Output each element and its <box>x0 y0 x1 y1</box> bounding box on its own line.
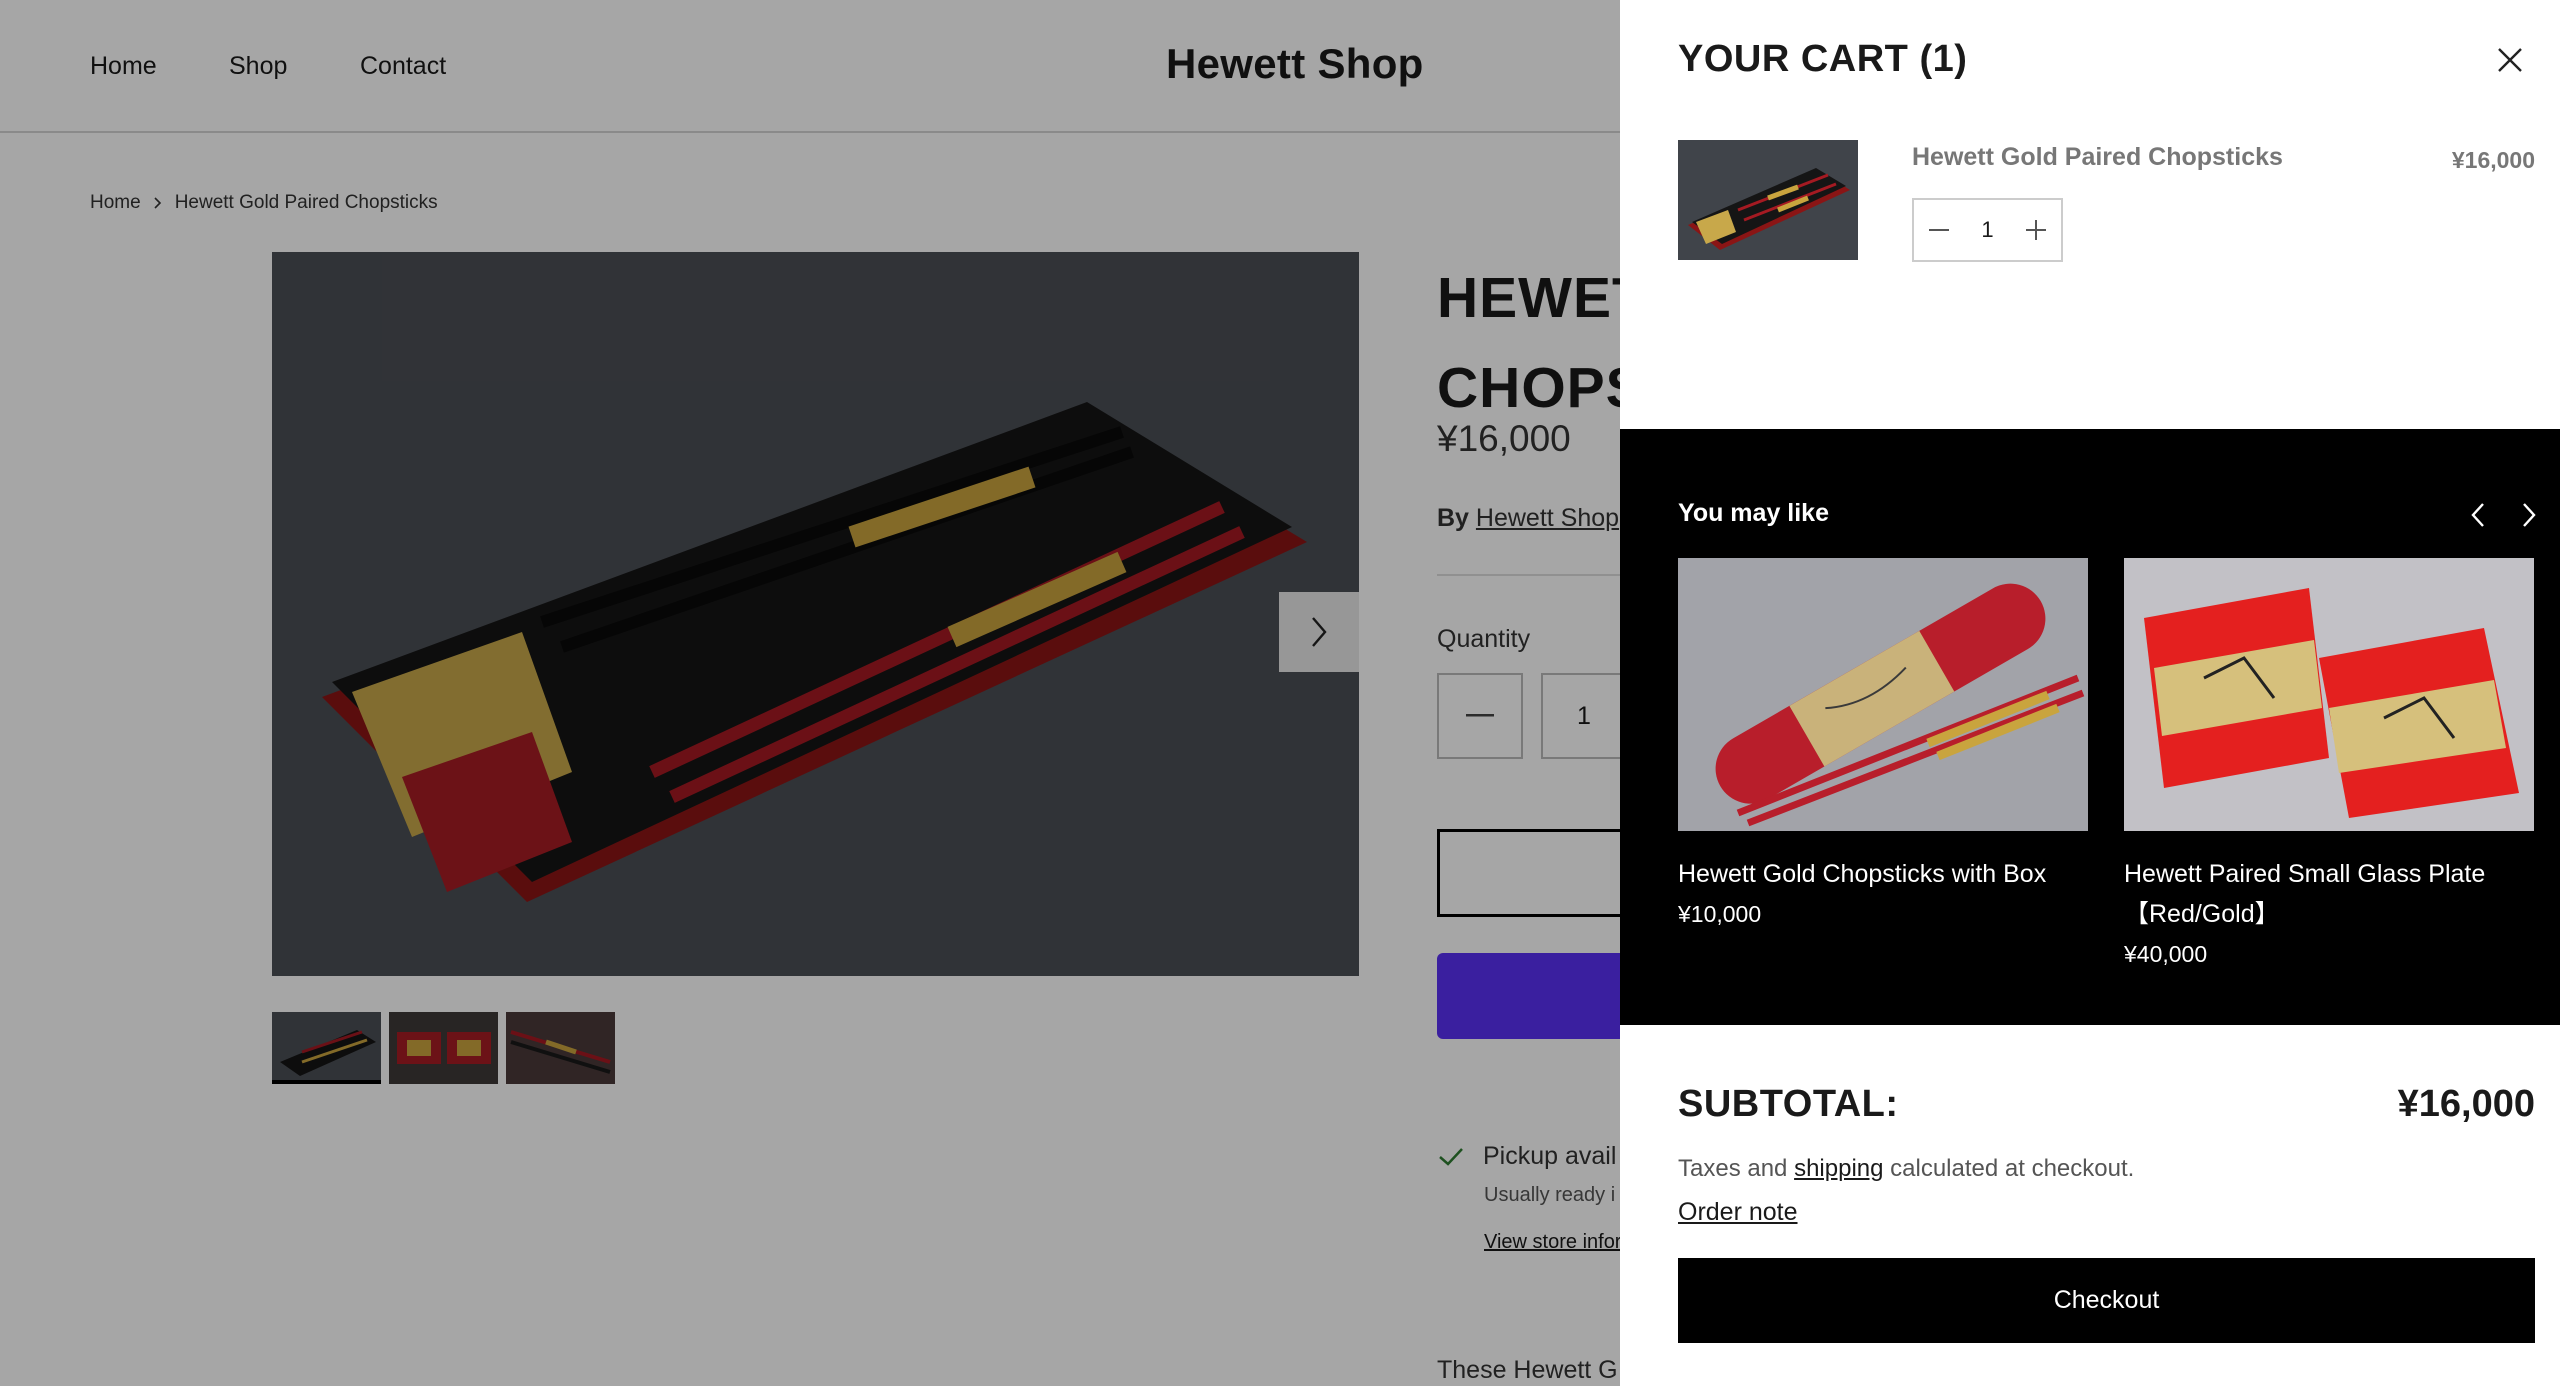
reco-card-2[interactable]: Hewett Paired Small Glass Plate 【Red/Gol… <box>2124 558 2534 974</box>
glass-plates-image <box>2124 558 2534 831</box>
cart-drawer: YOUR CART (1) Hewett Gold Paired Chopsti… <box>1620 0 2560 1386</box>
tax-note-suffix: calculated at checkout. <box>1890 1155 2135 1182</box>
drawer-overlay[interactable] <box>0 0 1620 1386</box>
chopsticks-tray-image <box>1678 140 1858 260</box>
recommendations-section: You may like Hewett Gold Chopsticks with… <box>1620 429 2560 1025</box>
reco-prev-button[interactable] <box>2462 499 2494 531</box>
cart-item-quantity-stepper: 1 <box>1912 198 2063 262</box>
reco-name-1[interactable]: Hewett Gold Chopsticks with Box <box>1678 854 2088 894</box>
cart-item-name[interactable]: Hewett Gold Paired Chopsticks <box>1912 143 2283 172</box>
reco-name-2[interactable]: Hewett Paired Small Glass Plate 【Red/Gol… <box>2124 854 2534 934</box>
close-cart-button[interactable] <box>2490 40 2530 80</box>
plus-icon <box>2026 220 2046 240</box>
checkout-button[interactable]: Checkout <box>1678 1258 2535 1343</box>
reco-card-1[interactable]: Hewett Gold Chopsticks with Box ¥10,000 <box>1678 558 2088 934</box>
quantity-decrease-button[interactable] <box>1928 219 1950 241</box>
subtotal-value: ¥16,000 <box>2397 1083 2535 1125</box>
quantity-increase-button[interactable] <box>2025 219 2047 241</box>
cart-item-image[interactable] <box>1678 140 1858 260</box>
chopsticks-box-image <box>1678 558 2088 831</box>
reco-price-2: ¥40,000 <box>2124 941 2208 967</box>
recommendations-title: You may like <box>1678 499 1829 527</box>
cart-title: YOUR CART (1) <box>1678 38 1968 80</box>
close-icon <box>2498 48 2522 72</box>
chevron-left-icon <box>2471 503 2484 527</box>
tax-note: Taxes and shipping calculated at checkou… <box>1678 1155 2134 1183</box>
reco-image-1[interactable] <box>1678 558 2088 831</box>
cart-item-quantity[interactable]: 1 <box>1981 217 1993 243</box>
reco-next-button[interactable] <box>2513 499 2545 531</box>
chevron-right-icon <box>2523 503 2536 527</box>
reco-image-2[interactable] <box>2124 558 2534 831</box>
tax-note-prefix: Taxes and <box>1678 1155 1788 1182</box>
shipping-link[interactable]: shipping <box>1794 1155 1883 1182</box>
order-note-link[interactable]: Order note <box>1678 1198 1798 1227</box>
minus-icon <box>1929 228 1949 231</box>
reco-price-1: ¥10,000 <box>1678 901 1762 927</box>
cart-item-price: ¥16,000 <box>2451 147 2535 173</box>
subtotal-label: SUBTOTAL: <box>1678 1083 1899 1125</box>
